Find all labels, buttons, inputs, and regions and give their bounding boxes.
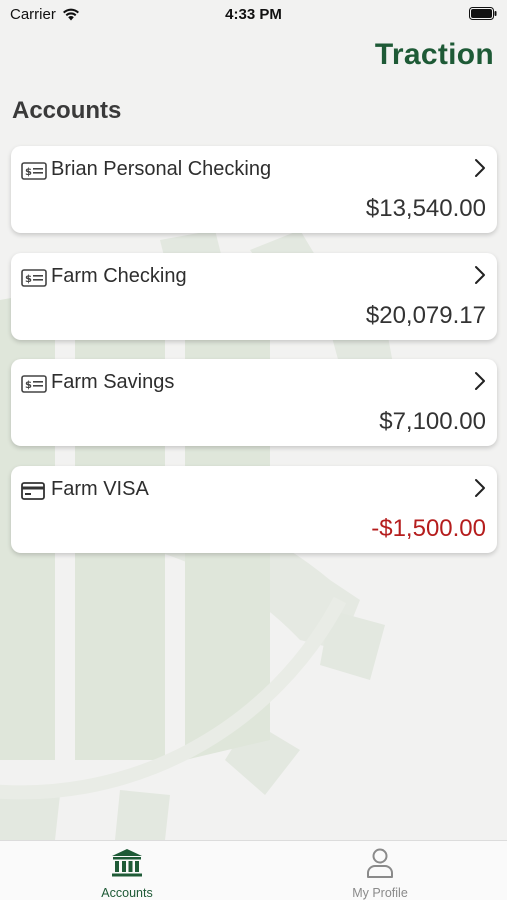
chevron-right-icon: [475, 159, 485, 177]
chevron-right-icon: [475, 372, 485, 390]
credit-card-icon: [21, 481, 45, 500]
status-time: 4:33 PM: [225, 6, 282, 23]
check-icon: $: [21, 375, 47, 393]
account-balance: $7,100.00: [379, 408, 486, 435]
account-name: Farm Savings: [51, 371, 175, 393]
account-name: Farm Checking: [51, 264, 187, 287]
app-title: Traction: [374, 38, 494, 71]
svg-text:$: $: [25, 167, 32, 178]
svg-text:$: $: [25, 380, 32, 391]
account-card[interactable]: $ Farm Savings $7,100.00: [11, 359, 497, 446]
svg-text:$: $: [25, 274, 32, 285]
account-card[interactable]: $ Brian Personal Checking $13,540.00: [11, 146, 497, 233]
tab-accounts[interactable]: Accounts: [57, 847, 197, 900]
tab-my-profile-label: My Profile: [352, 886, 408, 900]
chevron-right-icon: [475, 478, 485, 497]
account-balance: $13,540.00: [365, 195, 486, 222]
bank-icon: [112, 849, 142, 877]
check-icon: $: [21, 162, 47, 180]
account-balance: -$1,500.00: [371, 514, 486, 542]
status-bar: Carrier 4:33 PM: [0, 0, 507, 30]
account-card[interactable]: Farm VISA -$1,500.00: [11, 465, 497, 553]
account-name: Farm VISA: [51, 477, 149, 500]
account-balance: $20,079.17: [365, 301, 486, 329]
tab-accounts-label: Accounts: [101, 886, 153, 900]
chevron-right-icon: [475, 265, 485, 284]
battery-icon: [469, 7, 497, 20]
tab-bar: Accounts My Profile: [0, 840, 507, 900]
tab-my-profile[interactable]: My Profile: [310, 847, 450, 900]
check-icon: $: [21, 268, 47, 287]
person-icon: [367, 848, 393, 878]
account-list: $ Brian Personal Checking $13,540.00 $ F…: [11, 146, 497, 572]
page-title: Accounts: [12, 97, 122, 124]
account-card[interactable]: $ Farm Checking $20,079.17: [11, 252, 497, 340]
account-name: Brian Personal Checking: [51, 158, 272, 180]
